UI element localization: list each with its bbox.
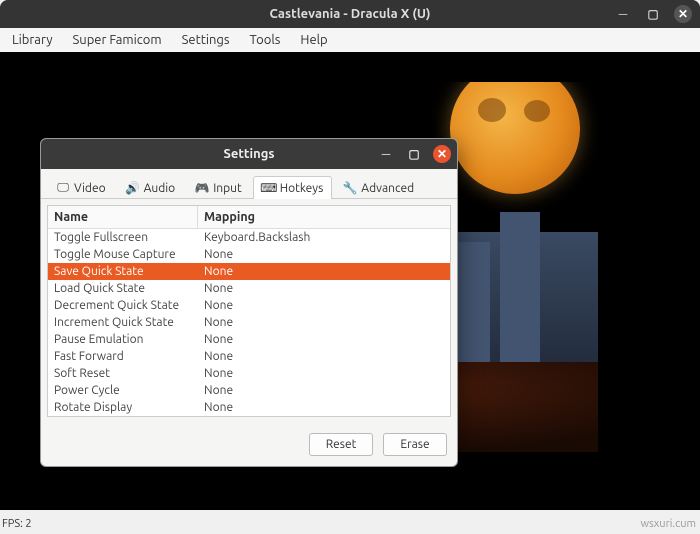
cell-mapping: Keyboard.Backslash [198, 229, 450, 246]
menu-library[interactable]: Library [4, 31, 60, 49]
speaker-icon: 🔊 [126, 181, 140, 195]
menubar: Library Super Famicom Settings Tools Hel… [0, 28, 700, 52]
tab-video[interactable]: 🖵 Video [47, 176, 115, 199]
tab-audio[interactable]: 🔊 Audio [117, 176, 185, 199]
cell-mapping: None [198, 314, 450, 331]
settings-dialog: Settings ─ ▢ ✕ 🖵 Video 🔊 Audio 🎮 Input ⌨… [40, 138, 458, 467]
cell-name: Increment Quick State [48, 314, 198, 331]
cell-mapping: None [198, 348, 450, 365]
tab-label: Audio [144, 182, 176, 195]
table-row[interactable]: Power CycleNone [48, 382, 450, 399]
cell-mapping: None [198, 263, 450, 280]
hotkeys-table: Name Mapping Toggle FullscreenKeyboard.B… [47, 205, 451, 417]
maximize-button[interactable]: ▢ [644, 5, 662, 23]
settings-tabbar: 🖵 Video 🔊 Audio 🎮 Input ⌨ Hotkeys 🔧 Adva… [41, 169, 457, 199]
cell-mapping: None [198, 399, 450, 416]
cell-name: Toggle Fullscreen [48, 229, 198, 246]
table-header: Name Mapping [48, 206, 450, 229]
menu-help[interactable]: Help [292, 31, 335, 49]
tab-label: Hotkeys [280, 182, 324, 195]
tab-label: Advanced [361, 182, 414, 195]
cell-name: Toggle Mouse Capture [48, 246, 198, 263]
cell-mapping: None [198, 382, 450, 399]
table-row[interactable]: Load Quick StateNone [48, 280, 450, 297]
cell-mapping: None [198, 280, 450, 297]
table-row[interactable]: Rotate DisplayNone [48, 399, 450, 416]
tab-hotkeys[interactable]: ⌨ Hotkeys [253, 176, 333, 199]
column-header-name[interactable]: Name [48, 206, 198, 228]
main-window-controls: ─ ▢ ✕ [614, 5, 692, 23]
dialog-close-button[interactable]: ✕ [433, 145, 451, 163]
cell-mapping: None [198, 246, 450, 263]
table-row[interactable]: Decrement Quick StateNone [48, 297, 450, 314]
cell-name: Save Quick State [48, 263, 198, 280]
monitor-icon: 🖵 [56, 181, 70, 195]
close-button[interactable]: ✕ [674, 5, 692, 23]
dialog-maximize-button[interactable]: ▢ [405, 145, 423, 163]
erase-button[interactable]: Erase [383, 433, 447, 456]
status-fps: FPS: 2 [0, 518, 32, 530]
cell-name: Power Cycle [48, 382, 198, 399]
dialog-titlebar: Settings ─ ▢ ✕ [41, 139, 457, 169]
cell-name: Pause Emulation [48, 331, 198, 348]
menu-settings[interactable]: Settings [174, 31, 238, 49]
table-row[interactable]: Save Quick StateNone [48, 263, 450, 280]
cell-name: Decrement Quick State [48, 297, 198, 314]
cell-mapping: None [198, 331, 450, 348]
dialog-minimize-button[interactable]: ─ [377, 145, 395, 163]
tab-input[interactable]: 🎮 Input [186, 176, 251, 199]
table-row[interactable]: Toggle Mouse CaptureNone [48, 246, 450, 263]
wrench-icon: 🔧 [343, 181, 357, 195]
dialog-title: Settings [223, 147, 274, 161]
castle-tower [500, 212, 540, 382]
cell-mapping: None [198, 297, 450, 314]
table-row[interactable]: Increment Quick StateNone [48, 314, 450, 331]
tab-label: Video [74, 182, 106, 195]
tab-label: Input [213, 182, 242, 195]
table-row[interactable]: Soft ResetNone [48, 365, 450, 382]
reset-button[interactable]: Reset [309, 433, 373, 456]
table-row[interactable]: Pause EmulationNone [48, 331, 450, 348]
moon-graphic [450, 82, 580, 194]
main-titlebar: Castlevania - Dracula X (U) ─ ▢ ✕ [0, 0, 700, 28]
table-body: Toggle FullscreenKeyboard.BackslashToggl… [48, 229, 450, 416]
keyboard-icon: ⌨ [262, 181, 276, 195]
cell-name: Load Quick State [48, 280, 198, 297]
table-row[interactable]: Toggle FullscreenKeyboard.Backslash [48, 229, 450, 246]
cell-name: Rotate Display [48, 399, 198, 416]
dialog-button-bar: Reset Erase [41, 423, 457, 466]
tab-advanced[interactable]: 🔧 Advanced [334, 176, 423, 199]
cell-name: Soft Reset [48, 365, 198, 382]
dialog-window-controls: ─ ▢ ✕ [377, 145, 451, 163]
cell-mapping: None [198, 365, 450, 382]
watermark: wsxuri.cum [640, 518, 696, 530]
cell-name: Fast Forward [48, 348, 198, 365]
minimize-button[interactable]: ─ [614, 5, 632, 23]
gamepad-icon: 🎮 [195, 181, 209, 195]
menu-super-famicom[interactable]: Super Famicom [64, 31, 169, 49]
table-row[interactable]: Fast ForwardNone [48, 348, 450, 365]
main-title: Castlevania - Dracula X (U) [269, 7, 430, 21]
column-header-mapping[interactable]: Mapping [198, 206, 450, 228]
menu-tools[interactable]: Tools [242, 31, 289, 49]
